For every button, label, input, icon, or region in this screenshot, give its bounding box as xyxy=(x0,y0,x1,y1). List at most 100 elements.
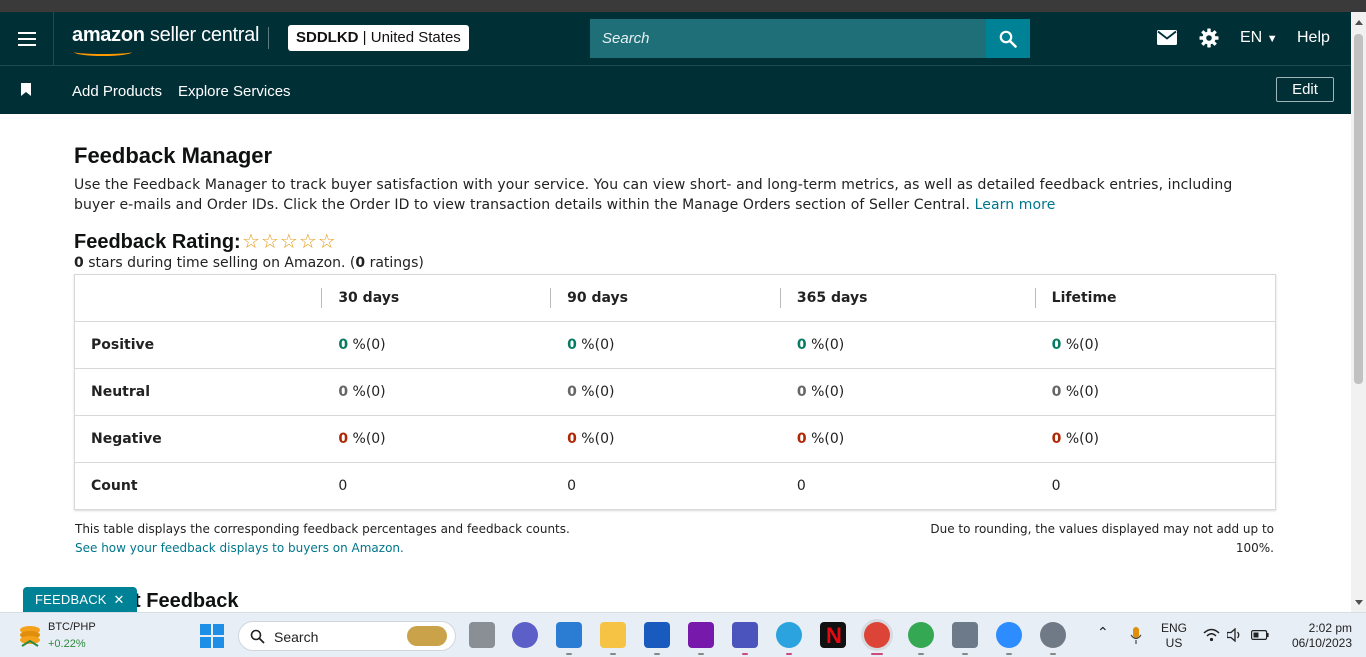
search-highlight-icon xyxy=(407,626,447,646)
table-cell: 0 %(0) xyxy=(550,415,780,463)
table-cell: 0 xyxy=(550,462,780,510)
table-cell: 0 %(0) xyxy=(321,415,551,463)
running-indicator xyxy=(1050,653,1056,655)
top-header: amazon seller central SDDLKD | United St… xyxy=(0,12,1366,66)
scroll-up-icon[interactable] xyxy=(1355,20,1363,25)
nav-add-products[interactable]: Add Products xyxy=(72,83,162,100)
main-content: Feedback Manager Use the Feedback Manage… xyxy=(0,114,1351,612)
running-indicator xyxy=(1006,653,1012,655)
search-icon xyxy=(250,629,265,644)
table-cell: 0 %(0) xyxy=(321,321,551,369)
star-icon: ☆ xyxy=(260,229,279,253)
page-title: Feedback Manager xyxy=(74,143,273,168)
chrome-icon[interactable] xyxy=(864,622,890,648)
bitcoin-icon[interactable] xyxy=(18,622,42,648)
feedback-display-link[interactable]: See how your feedback displays to buyers… xyxy=(75,541,404,555)
table-row: Negative 0 %(0) 0 %(0) 0 %(0) 0 %(0) xyxy=(74,415,1276,463)
search-icon xyxy=(999,30,1017,48)
table-cell: 0 xyxy=(321,462,551,510)
table-note: This table displays the corresponding fe… xyxy=(75,522,570,555)
close-icon[interactable]: ✕ xyxy=(113,592,124,607)
chevron-down-icon: ▼ xyxy=(1266,33,1278,45)
battery-icon[interactable] xyxy=(1251,630,1269,640)
rating-summary: 0 stars during time selling on Amazon. (… xyxy=(74,255,424,271)
scrollbar[interactable] xyxy=(1351,12,1366,612)
microphone-icon[interactable] xyxy=(1130,627,1142,645)
gear-icon[interactable] xyxy=(1199,28,1219,48)
language-selector[interactable]: EN ▼ xyxy=(1240,29,1278,47)
running-indicator xyxy=(786,653,792,655)
table-cell: 0 %(0) xyxy=(779,321,1035,369)
onenote-icon[interactable] xyxy=(688,622,714,648)
scrollbar-thumb[interactable] xyxy=(1354,34,1363,384)
telegram-icon[interactable] xyxy=(776,622,802,648)
running-indicator xyxy=(918,653,924,655)
amazon-smile-icon xyxy=(74,48,132,56)
zoom-icon[interactable] xyxy=(996,622,1022,648)
notepad-icon[interactable] xyxy=(556,622,582,648)
ticker-change: +0.22% xyxy=(48,638,86,650)
running-indicator xyxy=(871,653,883,655)
table-cell: 0 xyxy=(779,462,1035,510)
search-input[interactable] xyxy=(590,19,986,58)
learn-more-link[interactable]: Learn more xyxy=(975,197,1056,213)
taskbar-search[interactable]: Search xyxy=(238,621,456,651)
rounding-note: Due to rounding, the values displayed ma… xyxy=(930,522,1274,555)
windows-start-icon[interactable] xyxy=(200,624,224,648)
chevron-up-icon[interactable]: ⌃ xyxy=(1097,624,1109,641)
running-indicator xyxy=(962,653,968,655)
row-label: Count xyxy=(74,462,322,510)
mail-icon[interactable] xyxy=(1157,30,1177,45)
task-view-icon[interactable] xyxy=(469,622,495,648)
browser-top-strip xyxy=(0,0,1366,12)
nav-explore-services[interactable]: Explore Services xyxy=(178,83,291,100)
windows-taskbar: BTC/PHP +0.22% Search N ⌃ ENG US 2:02 pm… xyxy=(0,612,1366,657)
settings-icon[interactable] xyxy=(1040,622,1066,648)
bookmark-icon[interactable] xyxy=(21,83,31,96)
feedback-tab-button[interactable]: FEEDBACK ✕ xyxy=(23,587,137,612)
table-cell: 0 %(0) xyxy=(321,368,551,416)
feedback-table: 30 days 90 days 365 days Lifetime Positi… xyxy=(74,274,1276,510)
file-explorer-icon[interactable] xyxy=(600,622,626,648)
wifi-icon[interactable] xyxy=(1203,628,1220,642)
running-indicator xyxy=(566,653,572,655)
table-cell: 0 %(0) xyxy=(779,415,1035,463)
meet-icon[interactable] xyxy=(512,622,538,648)
table-cell: 0 xyxy=(1034,462,1276,510)
language-indicator[interactable]: ENG US xyxy=(1158,621,1190,651)
table-header-row: 30 days 90 days 365 days Lifetime xyxy=(74,274,1276,322)
table-cell: 0 %(0) xyxy=(779,368,1035,416)
clock[interactable]: 2:02 pm 06/10/2023 xyxy=(1280,621,1352,651)
seller-central-logo[interactable]: amazon seller central xyxy=(72,24,259,56)
netflix-icon[interactable]: N xyxy=(820,622,846,648)
column-header: 365 days xyxy=(779,274,1035,322)
star-icon: ☆ xyxy=(279,229,298,253)
row-label: Neutral xyxy=(74,368,322,416)
search-button[interactable] xyxy=(986,19,1030,58)
column-header: 90 days xyxy=(550,274,780,322)
hamburger-icon xyxy=(17,32,36,46)
star-icon: ☆ xyxy=(298,229,317,253)
calculator-icon[interactable] xyxy=(952,622,978,648)
table-row: Positive 0 %(0) 0 %(0) 0 %(0) 0 %(0) xyxy=(74,321,1276,369)
row-label: Positive xyxy=(74,321,322,369)
edit-button[interactable]: Edit xyxy=(1276,77,1334,102)
running-indicator xyxy=(654,653,660,655)
scroll-down-icon[interactable] xyxy=(1355,600,1363,605)
store-selector[interactable]: SDDLKD | United States xyxy=(288,25,469,51)
word-icon[interactable] xyxy=(644,622,670,648)
table-cell: 0 %(0) xyxy=(1034,321,1276,369)
star-icon: ☆ xyxy=(317,229,336,253)
chrome-profile-icon[interactable] xyxy=(908,622,934,648)
running-indicator xyxy=(698,653,704,655)
ticker-name: BTC/PHP xyxy=(48,621,96,633)
table-cell: 0 %(0) xyxy=(550,321,780,369)
column-header xyxy=(74,274,322,322)
row-label: Negative xyxy=(74,415,322,463)
divider xyxy=(268,27,269,49)
menu-button[interactable] xyxy=(0,12,54,66)
intro-text: Use the Feedback Manager to track buyer … xyxy=(74,177,1233,213)
help-link[interactable]: Help xyxy=(1297,29,1330,47)
teams-icon[interactable] xyxy=(732,622,758,648)
volume-icon[interactable] xyxy=(1227,628,1242,642)
